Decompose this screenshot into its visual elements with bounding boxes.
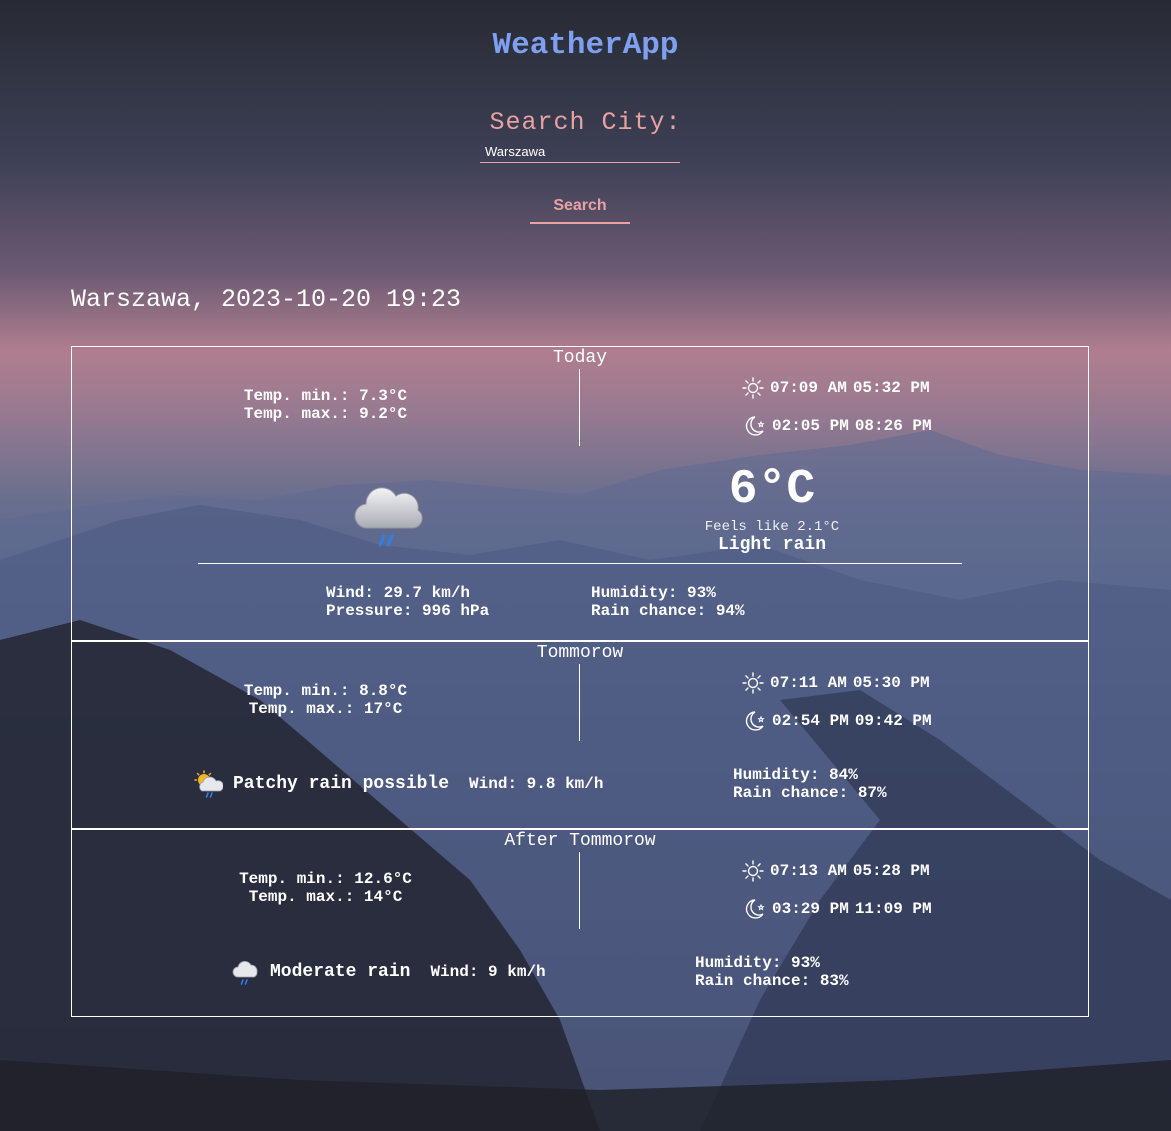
temp-min: Temp. min.: 8.8°C (243, 682, 408, 700)
temp-max: Temp. max.: 17°C (248, 700, 403, 718)
card-title: Today (552, 348, 607, 368)
sunset-time: 05:30 PM (852, 674, 930, 692)
humidity-rain: Humidity: 93% Rain chance: 94% (591, 584, 745, 620)
moonrise-time: 02:54 PM (772, 712, 849, 730)
moon-times: 03:29 PM 11:09 PM (742, 896, 932, 922)
cloud-rain-icon (232, 961, 258, 985)
temp-min: Temp. min.: 7.3°C (243, 387, 408, 405)
after-tomorrow-card: After Tommorow Temp. min.: 12.6°C Temp. … (71, 829, 1089, 1017)
temperature-range: Temp. min.: 12.6°C Temp. max.: 14°C (72, 870, 579, 906)
sun-times: 07:11 AM 05:30 PM (742, 670, 930, 696)
search-input[interactable] (480, 141, 680, 163)
moonset-time: 08:26 PM (854, 417, 932, 435)
moonset-time: 09:42 PM (854, 712, 932, 730)
temp-max: Temp. max.: 9.2°C (243, 405, 408, 423)
tomorrow-card: Tommorow Temp. min.: 8.8°C Temp. max.: 1… (71, 641, 1089, 829)
moonset-time: 11:09 PM (854, 900, 932, 918)
temperature-range: Temp. min.: 8.8°C Temp. max.: 17°C (72, 682, 579, 718)
humidity-rain: Humidity: 93% Rain chance: 83% (695, 954, 849, 990)
pressure: Pressure: 996 hPa (326, 602, 490, 620)
divider (579, 852, 580, 929)
condition-row: Patchy rain possible Wind: 9.8 km/h (193, 770, 603, 798)
moon-icon (745, 711, 765, 731)
moon-icon (745, 416, 765, 436)
condition-row: Moderate rain Wind: 9 km/h (232, 958, 546, 986)
temperature-range: Temp. min.: 7.3°C Temp. max.: 9.2°C (72, 387, 579, 423)
humidity-rain: Humidity: 84% Rain chance: 87% (733, 766, 887, 802)
sunrise-time: 07:11 AM (770, 674, 847, 692)
moon-times: 02:05 PM 08:26 PM (742, 413, 932, 439)
wind-speed: Wind: 29.7 km/h (326, 584, 471, 602)
moonrise-time: 02:05 PM (772, 417, 849, 435)
sunset-time: 05:32 PM (852, 379, 930, 397)
search-button[interactable]: Search (530, 190, 630, 224)
divider (198, 563, 962, 564)
condition-label: Moderate rain (270, 962, 411, 982)
divider (579, 664, 580, 741)
sunset-time: 05:28 PM (852, 862, 930, 880)
rain-chance: Rain chance: 94% (591, 602, 745, 620)
temp-min: Temp. min.: 12.6°C (239, 870, 412, 888)
sun-icon (742, 672, 764, 694)
moon-times: 02:54 PM 09:42 PM (742, 708, 932, 734)
condition-label: Patchy rain possible (233, 774, 450, 794)
wind-pressure: Wind: 29.7 km/h Pressure: 996 hPa (326, 584, 489, 620)
moon-icon (745, 899, 765, 919)
sun-icon (742, 860, 764, 882)
rain-chance: Rain chance: 83% (695, 972, 849, 990)
moonrise-time: 03:29 PM (772, 900, 849, 918)
wind-speed: Wind: 9 km/h (430, 963, 546, 981)
current-temperature: 6°C (728, 463, 816, 517)
temp-max: Temp. max.: 14°C (248, 888, 403, 906)
condition-label: Light rain (717, 535, 827, 555)
humidity: Humidity: 93% (695, 954, 820, 972)
today-card: Today Temp. min.: 7.3°C Temp. max.: 9.2°… (71, 346, 1089, 641)
location-heading: Warszawa, 2023-10-20 19:23 (71, 285, 462, 314)
card-title: After Tommorow (504, 831, 656, 851)
sunrise-time: 07:13 AM (770, 862, 847, 880)
sunrise-time: 07:09 AM (770, 379, 847, 397)
feels-like: Feels like 2.1°C (704, 519, 840, 535)
cloud-rain-icon (354, 487, 423, 547)
divider (579, 369, 580, 446)
rain-chance: Rain chance: 87% (733, 784, 887, 802)
humidity: Humidity: 84% (733, 766, 858, 784)
wind-speed: Wind: 9.8 km/h (469, 775, 604, 793)
search-label: Search City: (489, 108, 682, 137)
sun-times: 07:09 AM 05:32 PM (742, 375, 930, 401)
sun-icon (742, 377, 764, 399)
humidity: Humidity: 93% (591, 584, 716, 602)
sun-times: 07:13 AM 05:28 PM (742, 858, 930, 884)
app-title: WeatherApp (492, 28, 679, 63)
sun-cloud-rain-icon (194, 770, 223, 798)
card-title: Tommorow (536, 643, 624, 663)
